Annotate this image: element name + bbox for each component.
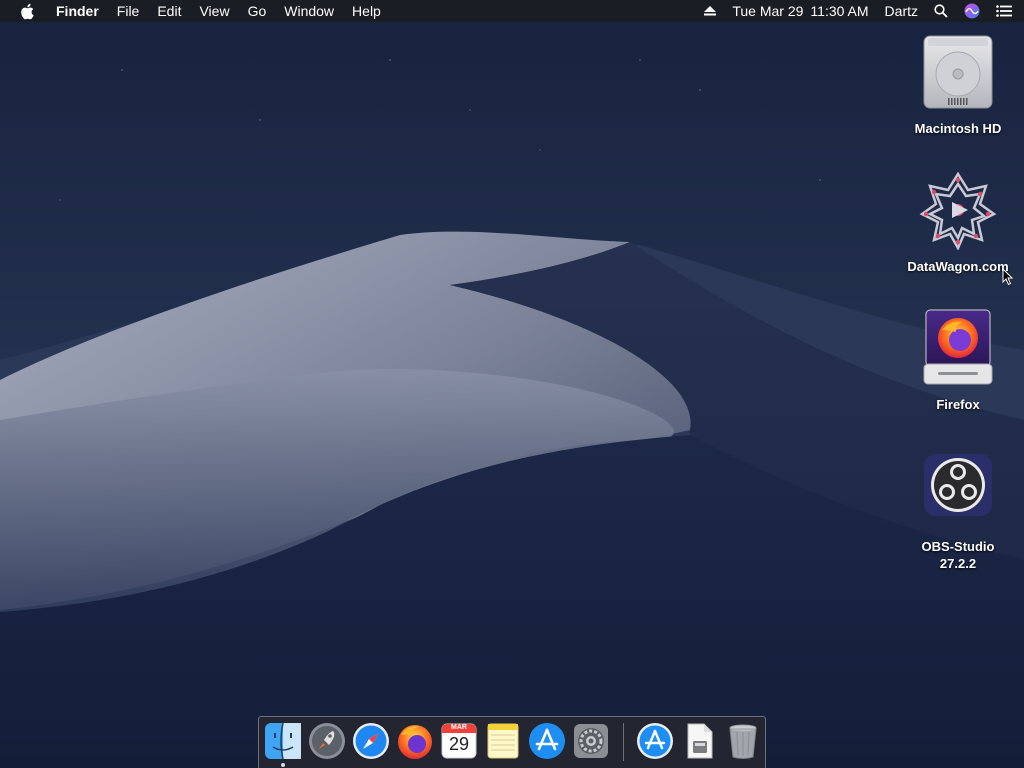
calendar-day: 29 xyxy=(448,734,470,754)
desktop-wallpaper xyxy=(0,0,1024,768)
menu-file[interactable]: File xyxy=(108,0,149,22)
desktop-icon-datawagon[interactable]: DataWagon.com xyxy=(898,170,1018,275)
notes-icon[interactable] xyxy=(483,721,523,761)
menu-go[interactable]: Go xyxy=(239,0,276,22)
notification-center-icon[interactable] xyxy=(996,0,1012,22)
system-preferences-icon[interactable] xyxy=(571,721,611,761)
app-store-downloads-icon[interactable] xyxy=(635,721,675,761)
menu-app-finder[interactable]: Finder xyxy=(48,0,108,22)
menubar-time[interactable]: 11:30 AM xyxy=(810,0,868,22)
firefox-disk-icon xyxy=(918,308,998,388)
safari-icon[interactable] xyxy=(351,721,391,761)
desktop-icon-label: Macintosh HD xyxy=(914,121,1002,136)
menubar-date[interactable]: Tue Mar 29 xyxy=(732,0,803,22)
desktop-icon-macintosh-hd[interactable]: Macintosh HD xyxy=(898,32,1018,137)
menu-window[interactable]: Window xyxy=(275,0,343,22)
dock-separator xyxy=(623,723,624,761)
menu-view[interactable]: View xyxy=(190,0,238,22)
desktop-icon-obs-studio[interactable]: OBS-Studio 27.2.2 xyxy=(898,450,1018,572)
desktop-icon-label-line: OBS-Studio xyxy=(921,539,995,554)
desktop-icon-label: DataWagon.com xyxy=(907,259,1009,274)
app-store-icon[interactable] xyxy=(527,721,567,761)
document-icon[interactable] xyxy=(679,721,719,761)
eject-icon[interactable] xyxy=(704,0,717,22)
running-indicator xyxy=(281,763,285,767)
menu-edit[interactable]: Edit xyxy=(148,0,190,22)
desktop-icon-label-line: 27.2.2 xyxy=(939,556,977,571)
calendar-month: MAR xyxy=(451,724,467,731)
calendar-icon[interactable]: MAR 29 xyxy=(439,721,479,761)
launchpad-icon[interactable] xyxy=(307,721,347,761)
desktop-icon-firefox[interactable]: Firefox xyxy=(898,308,1018,413)
menubar-user[interactable]: Dartz xyxy=(885,0,918,22)
trash-icon[interactable] xyxy=(723,721,763,761)
desktop-icon-label: Firefox xyxy=(936,397,980,412)
menu-help[interactable]: Help xyxy=(343,0,390,22)
desktop-icon-label: OBS-Studio 27.2.2 xyxy=(898,538,1018,572)
datawagon-icon xyxy=(918,170,998,251)
siri-icon[interactable] xyxy=(964,0,980,22)
obs-icon xyxy=(918,450,998,530)
finder-icon[interactable] xyxy=(263,721,303,761)
firefox-icon[interactable] xyxy=(395,721,435,761)
mouse-cursor-icon xyxy=(1002,268,1014,286)
dock: MAR 29 xyxy=(258,716,766,768)
hard-drive-icon xyxy=(918,32,998,112)
apple-icon[interactable] xyxy=(20,2,36,20)
menu-bar: Finder File Edit View Go Window Help Tue… xyxy=(0,0,1024,22)
spotlight-icon[interactable] xyxy=(934,0,948,22)
